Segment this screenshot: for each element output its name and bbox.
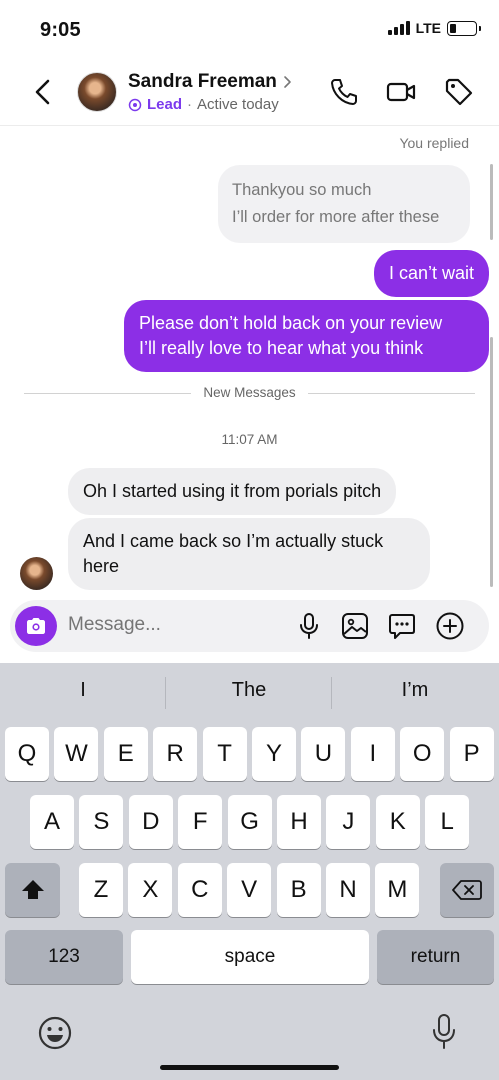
key-a[interactable]: A — [30, 795, 74, 849]
video-call-icon[interactable] — [385, 76, 417, 108]
numbers-key[interactable]: 123 — [5, 930, 123, 984]
home-indicator — [160, 1065, 339, 1070]
sender-avatar[interactable] — [20, 557, 53, 590]
status-indicators: LTE — [387, 20, 481, 36]
battery-icon — [447, 20, 481, 36]
message-timestamp: 11:07 AM — [221, 432, 278, 447]
conversation-header: Sandra Freeman Lead · Active today — [0, 58, 499, 126]
signal-icon — [387, 21, 410, 35]
contact-avatar[interactable] — [77, 72, 117, 112]
incoming-message[interactable]: And I came back so I’m actually stuck he… — [68, 518, 430, 590]
add-icon[interactable] — [435, 611, 465, 641]
suggestion-item[interactable]: I’m — [332, 679, 498, 702]
emoji-icon[interactable] — [37, 1015, 73, 1051]
contact-name[interactable]: Sandra Freeman — [128, 71, 277, 93]
return-key[interactable]: return — [377, 930, 494, 984]
phone-call-icon[interactable] — [328, 76, 360, 108]
key-x[interactable]: X — [128, 863, 173, 917]
tag-icon[interactable] — [443, 76, 475, 108]
you-replied-label: You replied — [399, 135, 469, 151]
contact-subtitle: Lead · Active today — [128, 96, 279, 113]
message-thread[interactable]: You replied Thankyou so much I’ll order … — [0, 127, 499, 597]
key-l[interactable]: L — [425, 795, 470, 849]
message-line: And I came back so I’m actually stuck — [83, 531, 384, 551]
gallery-icon[interactable] — [340, 611, 370, 641]
key-f[interactable]: F — [178, 795, 223, 849]
message-input[interactable] — [68, 614, 278, 636]
incoming-message[interactable]: Oh I started using it from porials pitch — [68, 468, 397, 515]
status-bar: 9:05 LTE — [0, 0, 499, 58]
new-messages-label-row: New Messages — [0, 385, 499, 400]
network-type: LTE — [415, 20, 441, 36]
contact-name-row[interactable]: Sandra Freeman — [128, 71, 293, 93]
key-r[interactable]: R — [153, 727, 198, 781]
chevron-right-icon — [284, 76, 291, 88]
key-d[interactable]: D — [128, 795, 173, 849]
key-c[interactable]: C — [177, 863, 222, 917]
message-line: Please don’t hold back on your review — [139, 313, 443, 333]
status-time: 9:05 — [40, 19, 81, 41]
outgoing-message[interactable]: I can’t wait — [373, 250, 489, 297]
space-key[interactable]: space — [131, 930, 369, 984]
key-n[interactable]: N — [326, 863, 370, 917]
key-p[interactable]: P — [449, 727, 494, 781]
key-y[interactable]: Y — [252, 727, 296, 781]
backspace-key[interactable] — [440, 863, 494, 917]
lead-icon — [128, 98, 142, 111]
dictation-icon[interactable] — [428, 1013, 460, 1051]
message-composer — [10, 600, 489, 652]
keyboard: I The I’m QWERTYUIOPASDFGHJKLZXCVBNM 123… — [0, 663, 499, 1080]
quote-line: I’ll order for more after these — [232, 208, 440, 226]
quote-line: Thankyou so much — [232, 181, 372, 199]
key-t[interactable]: T — [202, 727, 247, 781]
key-b[interactable]: B — [276, 863, 321, 917]
camera-button[interactable] — [15, 606, 57, 646]
back-icon[interactable] — [28, 76, 58, 108]
replied-message-quote[interactable]: Thankyou so much I’ll order for more aft… — [218, 165, 470, 243]
scrollbar-thumb[interactable] — [490, 337, 493, 587]
camera-icon — [27, 618, 45, 634]
separator-dot: · — [187, 96, 193, 113]
new-messages-label: New Messages — [191, 385, 308, 400]
key-u[interactable]: U — [301, 727, 346, 781]
key-m[interactable]: M — [375, 863, 420, 917]
key-s[interactable]: S — [79, 795, 124, 849]
key-z[interactable]: Z — [79, 863, 123, 917]
sticker-chat-icon[interactable] — [387, 611, 417, 641]
key-j[interactable]: J — [326, 795, 371, 849]
key-g[interactable]: G — [227, 795, 272, 849]
key-i[interactable]: I — [350, 727, 395, 781]
presence-status: Active today — [197, 96, 279, 113]
key-e[interactable]: E — [103, 727, 148, 781]
message-line: here — [83, 556, 120, 576]
shift-key[interactable] — [5, 863, 60, 917]
key-q[interactable]: Q — [5, 727, 49, 781]
key-k[interactable]: K — [375, 795, 420, 849]
suggestion-item[interactable]: I — [0, 679, 166, 702]
key-h[interactable]: H — [277, 795, 321, 849]
message-line: I’ll really love to hear what you think — [139, 338, 424, 358]
shift-icon — [21, 880, 44, 899]
backspace-icon — [452, 880, 482, 900]
scrollbar-segment[interactable] — [490, 164, 493, 240]
lead-label: Lead — [147, 96, 183, 113]
key-o[interactable]: O — [400, 727, 445, 781]
microphone-icon[interactable] — [294, 611, 324, 641]
suggestion-item[interactable]: The — [166, 679, 332, 702]
key-w[interactable]: W — [54, 727, 99, 781]
suggestion-bar: I The I’m — [0, 663, 499, 723]
key-v[interactable]: V — [227, 863, 272, 917]
outgoing-message[interactable]: Please don’t hold back on your review I’… — [124, 300, 489, 372]
